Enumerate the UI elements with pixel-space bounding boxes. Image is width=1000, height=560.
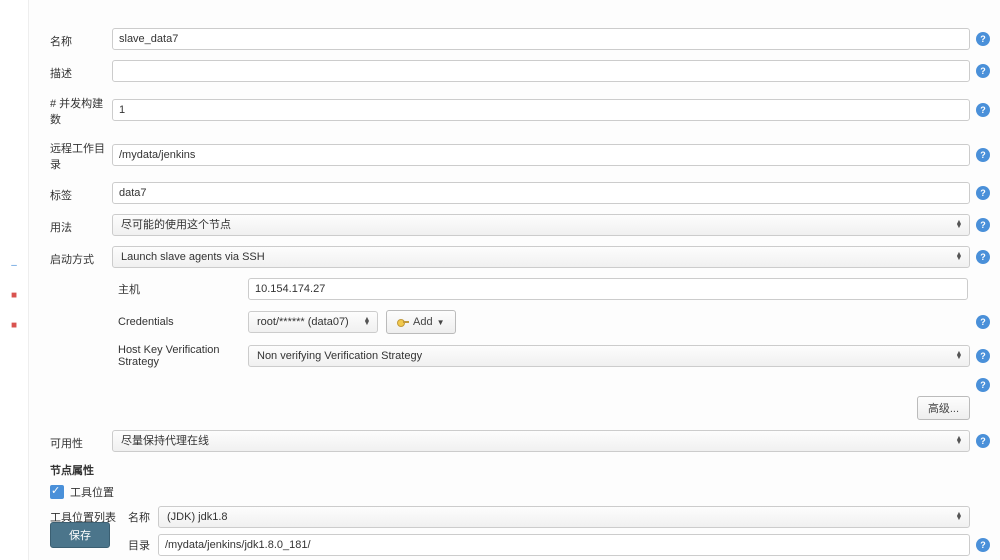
- sidebar-warning-icon-2[interactable]: ■: [0, 315, 28, 335]
- label-tool-home: 目录: [128, 537, 158, 553]
- save-button[interactable]: 保存: [50, 522, 110, 548]
- tool-name-select[interactable]: (JDK) jdk1.8 ▲▼: [158, 506, 970, 528]
- chevron-updown-icon: ▲▼: [363, 318, 371, 326]
- usage-select[interactable]: 尽可能的使用这个节点 ▲▼: [112, 214, 970, 236]
- label-description: 描述: [50, 62, 112, 81]
- advanced-button-label: 高级...: [928, 400, 959, 416]
- help-launch-method-icon[interactable]: ?: [976, 250, 990, 264]
- host-input[interactable]: [248, 278, 968, 300]
- chevron-updown-icon: ▲▼: [955, 352, 963, 360]
- help-description-icon[interactable]: ?: [976, 64, 990, 78]
- sidebar-warning-icon-1[interactable]: ■: [0, 285, 28, 305]
- label-executors: # 并发构建数: [50, 92, 112, 127]
- host-key-strategy-select-value: Non verifying Verification Strategy: [257, 350, 422, 362]
- label-credentials: Credentials: [118, 316, 248, 328]
- advanced-button[interactable]: 高级...: [917, 396, 970, 420]
- label-labels: 标签: [50, 184, 112, 203]
- chevron-updown-icon: ▲▼: [955, 253, 963, 261]
- add-credentials-button[interactable]: Add ▼: [386, 310, 456, 334]
- left-sidebar: – ■ ■: [0, 0, 29, 560]
- tool-name-select-value: (JDK) jdk1.8: [167, 511, 228, 523]
- usage-select-value: 尽可能的使用这个节点: [121, 219, 231, 231]
- node-config-form: 名称 ? 描述 ? # 并发构建数 ? 远程工作目录: [50, 28, 990, 560]
- label-launch-method: 启动方式: [50, 248, 112, 267]
- description-input[interactable]: [112, 60, 970, 82]
- availability-select[interactable]: 尽量保持代理在线 ▲▼: [112, 430, 970, 452]
- tool-locations-checkbox[interactable]: [50, 485, 64, 499]
- key-icon: [397, 317, 409, 327]
- chevron-updown-icon: ▲▼: [955, 221, 963, 229]
- chevron-updown-icon: ▲▼: [955, 437, 963, 445]
- help-tool-home-icon[interactable]: ?: [976, 538, 990, 552]
- name-input[interactable]: [112, 28, 970, 50]
- availability-select-value: 尽量保持代理在线: [121, 435, 209, 447]
- collapse-handle-icon[interactable]: –: [0, 255, 28, 275]
- label-remote-root: 远程工作目录: [50, 137, 112, 172]
- help-name-icon[interactable]: ?: [976, 32, 990, 46]
- launch-method-select-value: Launch slave agents via SSH: [121, 251, 265, 263]
- label-host: 主机: [118, 281, 248, 297]
- help-usage-icon[interactable]: ?: [976, 218, 990, 232]
- labels-input[interactable]: [112, 182, 970, 204]
- label-name: 名称: [50, 30, 112, 49]
- launch-method-select[interactable]: Launch slave agents via SSH ▲▼: [112, 246, 970, 268]
- help-executors-icon[interactable]: ?: [976, 103, 990, 117]
- label-host-key-strategy: Host Key Verification Strategy: [118, 344, 248, 368]
- help-ssh-extra-icon[interactable]: ?: [976, 378, 990, 392]
- caret-down-icon: ▼: [437, 318, 445, 327]
- label-availability: 可用性: [50, 432, 112, 451]
- credentials-select-value: root/****** (data07): [257, 316, 349, 328]
- chevron-updown-icon: ▲▼: [955, 513, 963, 521]
- save-button-label: 保存: [69, 530, 91, 542]
- tool-locations-checkbox-label: 工具位置: [70, 484, 114, 500]
- section-node-properties: 节点属性: [50, 462, 990, 478]
- credentials-select[interactable]: root/****** (data07) ▲▼: [248, 311, 378, 333]
- label-tool-name: 名称: [128, 509, 158, 525]
- help-availability-icon[interactable]: ?: [976, 434, 990, 448]
- label-usage: 用法: [50, 216, 112, 235]
- help-host-key-strategy-icon[interactable]: ?: [976, 349, 990, 363]
- help-credentials-icon[interactable]: ?: [976, 315, 990, 329]
- host-key-strategy-select[interactable]: Non verifying Verification Strategy ▲▼: [248, 345, 970, 367]
- tool-home-input[interactable]: [158, 534, 970, 556]
- help-remote-root-icon[interactable]: ?: [976, 148, 990, 162]
- remote-root-input[interactable]: [112, 144, 970, 166]
- help-labels-icon[interactable]: ?: [976, 186, 990, 200]
- add-credentials-label: Add: [413, 316, 433, 328]
- executors-input[interactable]: [112, 99, 970, 121]
